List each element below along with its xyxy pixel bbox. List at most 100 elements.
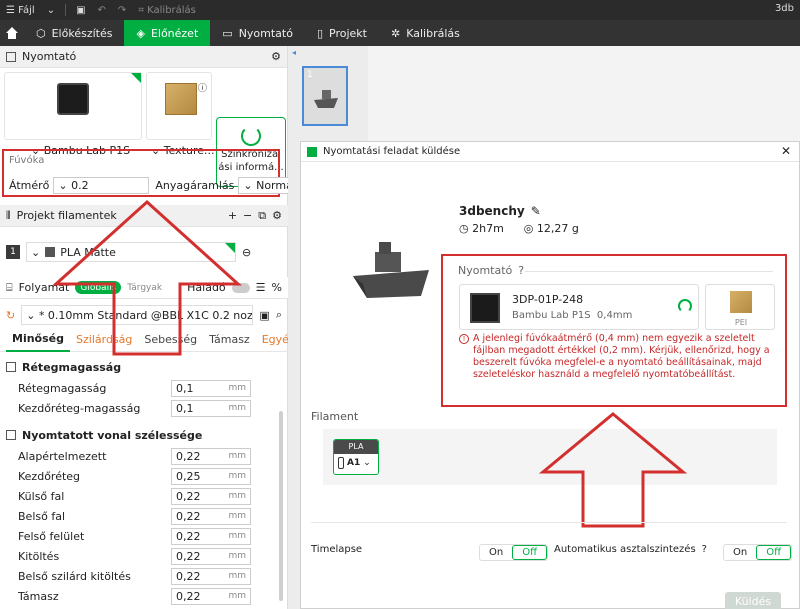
gear-icon[interactable]: ⚙ — [272, 209, 282, 222]
job-name-text: 3dbenchy — [459, 204, 525, 218]
edit-icon[interactable]: ✎ — [531, 204, 541, 218]
filament-chip[interactable]: PLA A1 ⌄ — [333, 439, 379, 475]
setting-input[interactable]: 0,22 mm — [171, 487, 251, 505]
collapse-icon[interactable]: ◂ — [292, 48, 296, 57]
tab-preview-label: Előnézet — [150, 26, 199, 40]
autolevel-on[interactable]: On — [724, 545, 756, 560]
setting-input[interactable]: 0,22 mm — [171, 587, 251, 605]
plate-type-card: PEI — [705, 284, 775, 330]
warning-line: beszerelt fúvóka megfelel-e a nyomtató b… — [473, 357, 762, 368]
setting-name: Belső fal — [18, 509, 65, 523]
plate-card[interactable]: ⓘ ⌄ Texture... — [146, 72, 214, 157]
line-width-group-title: Nyomtatott vonal szélessége — [0, 424, 288, 446]
file-menu[interactable]: ☰ Fájl — [0, 0, 41, 20]
diameter-select[interactable]: ⌄ 0.2 — [53, 177, 150, 194]
tab-preview[interactable]: ◈ Előnézet — [124, 20, 211, 46]
setting-row: Rétegmagasság 0,1 mm — [0, 378, 288, 398]
warning-line: fájlban megadott értékkel (0,2 mm). Kérj… — [473, 345, 770, 356]
printer-selection-card[interactable]: 3DP-01P-248 Bambu Lab P1S 0,4mm — [459, 284, 699, 330]
tab-calibration[interactable]: ✲ Kalibrálás — [379, 20, 472, 46]
autolevel-toggle[interactable]: On Off — [723, 544, 792, 561]
setting-input[interactable]: 0,22 mm — [171, 547, 251, 565]
help-icon[interactable]: ? — [518, 264, 524, 277]
clock-icon: ◷ — [459, 222, 473, 235]
redo-icon[interactable]: ↷ — [112, 0, 132, 20]
line-width-icon — [6, 430, 16, 440]
filament-chip-material: PLA — [334, 440, 378, 454]
setting-input[interactable]: 0,22 mm — [171, 527, 251, 545]
list-icon[interactable]: ☰ — [256, 281, 266, 294]
info-icon[interactable]: ⓘ — [198, 81, 207, 94]
setting-name: Kezdőréteg-magasság — [18, 401, 141, 415]
setting-row: Alapértelmezett 0,22 mm — [0, 446, 288, 466]
monitor-icon: ▭ — [222, 26, 233, 40]
plate-index: 1 — [307, 70, 313, 80]
remove-circle-icon[interactable]: ⊖ — [242, 246, 251, 259]
settings-scrollbar[interactable] — [279, 411, 283, 601]
plate-image — [165, 83, 197, 115]
setting-input[interactable]: 0,25 mm — [171, 467, 251, 485]
separator — [65, 4, 67, 16]
setting-input[interactable]: 0,22 mm — [171, 567, 251, 585]
nozzle-row: Átmérő ⌄ 0.2 Anyagáramlás ⌄ Normál — [9, 177, 297, 194]
nozzle-box: Fúvóka Átmérő ⌄ 0.2 Anyagáramlás ⌄ Normá… — [2, 149, 297, 197]
timelapse-off[interactable]: Off — [512, 545, 547, 560]
line-width-group-label: Nyomtatott vonal szélessége — [22, 428, 203, 442]
benchy-thumbnail-icon — [314, 90, 338, 108]
refresh-icon[interactable] — [678, 299, 692, 313]
help-icon[interactable]: ? — [702, 544, 707, 555]
setting-unit: mm — [228, 451, 246, 461]
divider — [525, 271, 773, 272]
warning-line: szeleteléskor használd a megfelelő nyomt… — [473, 369, 736, 380]
tab-printer[interactable]: ▭ Nyomtató — [210, 20, 305, 46]
minus-icon[interactable]: − — [243, 209, 252, 222]
chevron-down-icon: ⌄ — [243, 179, 257, 192]
setting-name: Rétegmagasság — [18, 381, 107, 395]
tab-project[interactable]: ▯ Projekt — [305, 20, 379, 46]
plate-thumbnail[interactable]: 1 — [302, 66, 348, 126]
printer-id: 3DP-01P-248 — [512, 293, 584, 306]
timelapse-on[interactable]: On — [480, 545, 512, 560]
tab-prepare[interactable]: ⬡ Előkészítés — [24, 20, 124, 46]
undo-icon[interactable]: ↶ — [92, 0, 112, 20]
benchy-model-image — [353, 242, 429, 298]
menu-dropdown-icon[interactable]: ⌄ — [41, 0, 61, 20]
nozzle-title: Fúvóka — [9, 155, 45, 166]
save-icon[interactable]: ▣ — [259, 309, 269, 322]
timelapse-toggle[interactable]: On Off — [479, 544, 548, 561]
nozzle-mismatch-warning: ! A jelenlegi fúvókaátmérő (0,4 mm) nem … — [459, 333, 779, 381]
spool-icon — [338, 457, 344, 469]
printer-model: Bambu Lab P1S — [512, 310, 591, 321]
setting-unit: mm — [228, 591, 246, 601]
percent-icon[interactable]: % — [272, 281, 282, 294]
calibration-menu[interactable]: ⌗ Kalibrálás — [132, 0, 202, 20]
setting-unit: mm — [228, 383, 246, 393]
save-icon[interactable]: ▣ — [70, 0, 91, 20]
close-icon[interactable]: ✕ — [781, 144, 791, 158]
setting-input[interactable]: 0,1 mm — [171, 399, 251, 417]
setting-unit: mm — [228, 551, 246, 561]
search-icon[interactable]: ⌕ — [276, 308, 282, 322]
printer-section-header: Nyomtató ⚙ — [0, 46, 287, 68]
chevron-down-icon: ⌄ — [363, 458, 371, 468]
setting-input[interactable]: 0,1 mm — [171, 379, 251, 397]
autolevel-off[interactable]: Off — [756, 545, 791, 560]
setting-unit: mm — [228, 571, 246, 581]
flow-label: Anyagáramlás — [155, 179, 235, 192]
printer-card[interactable]: ⌄ Bambu Lab P1S — [4, 72, 142, 157]
setting-input[interactable]: 0,22 mm — [171, 447, 251, 465]
sync-filament-icon[interactable]: ⧉ — [258, 209, 266, 223]
title-bar: ☰ Fájl ⌄ ▣ ↶ ↷ ⌗ Kalibrálás 3db — [0, 0, 800, 20]
setting-value: 0,22 — [176, 549, 201, 563]
setting-input[interactable]: 0,22 mm — [171, 507, 251, 525]
setting-unit: mm — [228, 403, 246, 413]
setting-name: Alapértelmezett — [18, 449, 107, 463]
diameter-label: Átmérő — [9, 179, 50, 192]
gear-icon[interactable]: ⚙ — [271, 50, 281, 63]
home-button[interactable] — [0, 20, 24, 46]
reset-icon[interactable]: ↻ — [6, 309, 15, 322]
setting-name: Kezdőréteg — [18, 469, 81, 483]
send-button[interactable]: Küldés — [725, 592, 781, 609]
app-logo-icon — [307, 146, 317, 157]
chevron-down-icon: ⌄ — [26, 308, 39, 322]
